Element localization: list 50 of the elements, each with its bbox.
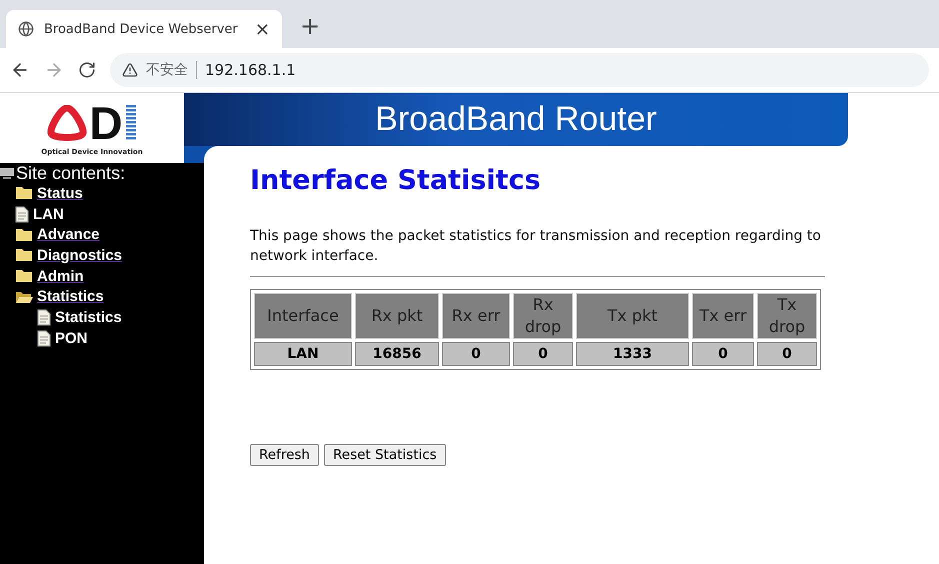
- reset-button[interactable]: Reset Statistics: [324, 444, 446, 466]
- security-label: 不安全: [146, 61, 197, 79]
- column-header: Tx err: [692, 293, 754, 339]
- sidebar-item[interactable]: Admin: [37, 268, 84, 285]
- folder-icon: [15, 269, 33, 284]
- column-header: Tx pkt: [576, 293, 689, 339]
- document-icon: [37, 308, 51, 326]
- document-icon: [15, 206, 29, 223]
- table-cell: 0: [692, 342, 754, 366]
- open-folder-icon: [15, 290, 33, 304]
- column-header: Rx drop: [513, 293, 573, 339]
- folder-icon: [15, 186, 33, 200]
- page-title: Interface Statisitcs: [250, 165, 542, 196]
- barcode-stripes-icon: [124, 105, 137, 141]
- computer-icon: [0, 167, 14, 179]
- sidebar-title: Site contents:: [16, 163, 126, 183]
- folder-icon: [15, 228, 33, 242]
- column-header: Tx drop: [757, 293, 817, 339]
- tab-title: BroadBand Device Webserver: [44, 22, 239, 36]
- sidebar-item[interactable]: Statistics: [37, 288, 104, 306]
- table-cell: 0: [513, 342, 573, 366]
- sidebar-item[interactable]: Advance: [37, 226, 100, 244]
- document-icon: [37, 330, 51, 347]
- sidebar-item[interactable]: Status: [37, 184, 83, 202]
- sidebar-item[interactable]: LAN: [33, 206, 64, 223]
- page-description: This page shows the packet statistics for transmission and reception regarding to network interface.: [250, 226, 825, 277]
- table-cell: 1333: [576, 342, 689, 366]
- table-cell: 0: [442, 342, 510, 366]
- address-bar[interactable]: 不安全 192.168.1.1: [110, 53, 929, 87]
- browser-tab[interactable]: BroadBand Device Webserver ×: [6, 10, 282, 48]
- globe-icon: [18, 21, 34, 37]
- logo-text: D: [89, 100, 123, 146]
- table-cell: 0: [757, 342, 817, 366]
- column-header: Rx err: [442, 293, 510, 339]
- refresh-button[interactable]: Refresh: [250, 444, 319, 466]
- folder-icon: [15, 248, 33, 262]
- reload-icon[interactable]: [78, 61, 96, 79]
- close-icon[interactable]: ×: [254, 18, 270, 40]
- banner: BroadBand Router: [184, 93, 848, 146]
- sidebar-item[interactable]: PON: [55, 330, 88, 347]
- url-text: 192.168.1.1: [205, 61, 296, 79]
- table-cell: 16856: [355, 342, 439, 366]
- warning-icon: [122, 62, 138, 78]
- sidebar-item[interactable]: Diagnostics: [37, 246, 122, 264]
- logo-icon: [47, 105, 88, 141]
- column-header: Rx pkt: [355, 293, 439, 339]
- table-cell: LAN: [254, 342, 352, 366]
- sidebar-item[interactable]: Statistics: [55, 308, 122, 326]
- column-header: Interface: [254, 293, 352, 339]
- new-tab-button[interactable]: +: [300, 12, 320, 40]
